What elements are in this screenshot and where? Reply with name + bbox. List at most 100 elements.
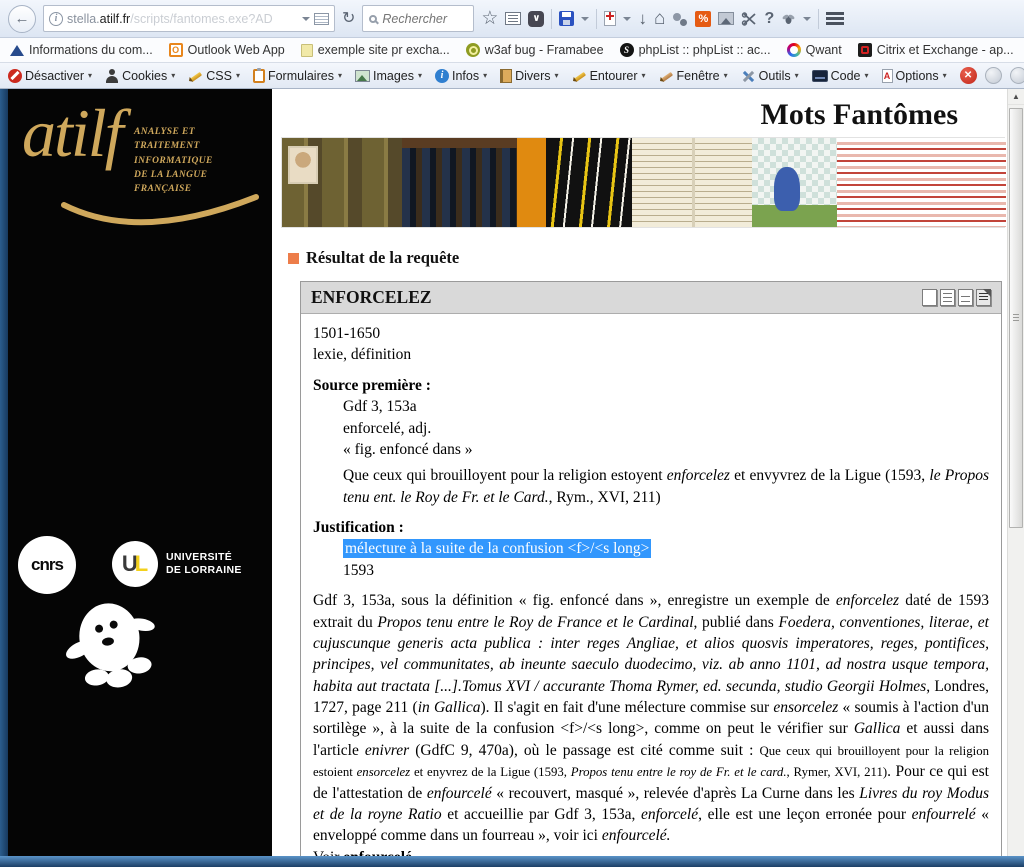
- selected-text[interactable]: mélecture à la suite de la confusion <f>…: [343, 539, 651, 558]
- page-content: Mots Fantômes Résultat de la requête ENF…: [272, 89, 1007, 867]
- devbar-menu-misc[interactable]: Divers: [500, 69, 558, 83]
- sidebar: atilf ANALYSE ET TRAITEMENT INFORMATIQUE…: [8, 89, 272, 867]
- forms-clipboard-icon: [253, 69, 265, 83]
- bookmarks-bar: Informations du com... OOutlook Web App …: [0, 38, 1024, 63]
- orange-square-bullet: [288, 253, 299, 264]
- vertical-scrollbar[interactable]: ▲: [1007, 89, 1024, 856]
- url-text[interactable]: stella.atilf.fr/scripts/fantomes.exe?AD: [67, 12, 298, 26]
- bookmark-item[interactable]: SphpList :: phpList :: ac...: [620, 43, 771, 57]
- pocket-icon[interactable]: ∨: [528, 11, 544, 27]
- scrollbar-thumb[interactable]: [1009, 108, 1023, 528]
- devbar-menu-forms[interactable]: Formulaires: [253, 69, 342, 83]
- devbar-menu-info[interactable]: iInfos: [435, 69, 487, 83]
- print-icon[interactable]: [976, 289, 991, 306]
- options-icon: A: [882, 69, 893, 83]
- header-image-strip: [281, 137, 1005, 228]
- code-screen-icon: [812, 70, 828, 82]
- bookmark-item[interactable]: exemple site pr excha...: [301, 43, 450, 57]
- analysis-paragraph: Gdf 3, 153a, sous la définition « fig. e…: [313, 590, 989, 847]
- bookmark-item[interactable]: Citrix et Exchange - ap...: [858, 43, 1014, 57]
- view-blank-page-icon[interactable]: [922, 289, 937, 306]
- print-edit-icon[interactable]: [604, 11, 616, 26]
- toolbar-separator: [551, 9, 552, 29]
- back-icon: ←: [15, 10, 30, 27]
- reading-list-icon[interactable]: [505, 12, 521, 25]
- tools-icon: [741, 69, 756, 83]
- window-left-border: [0, 89, 8, 867]
- banner-image-dictionaries: [282, 138, 402, 227]
- devbar-menu-resize[interactable]: Fenêtre: [659, 69, 728, 83]
- ul-circle-icon: UL: [112, 541, 158, 587]
- reload-button[interactable]: ↻: [342, 11, 355, 27]
- devbar-menu-outline[interactable]: Entourer: [572, 69, 646, 83]
- bookmark-favicon: [10, 45, 24, 56]
- help-icon[interactable]: ?: [764, 11, 774, 27]
- outline-pencil-icon: [572, 69, 587, 83]
- resize-pencil-icon: [659, 69, 674, 83]
- atilf-subtitle: ANALYSE ET TRAITEMENT INFORMATIQUE DE LA…: [134, 125, 262, 196]
- reader-mode-icon[interactable]: [314, 13, 329, 25]
- source-line: enforcelé, adj.: [343, 418, 989, 439]
- bug-addon-icon[interactable]: [781, 13, 796, 25]
- page-favicon: [301, 44, 313, 57]
- devbar-menu-options[interactable]: AOptions: [882, 69, 947, 83]
- url-dropdown-icon[interactable]: [302, 17, 310, 21]
- atilf-swoosh-decoration: [60, 191, 260, 239]
- devbar-menu-disable[interactable]: Désactiver: [8, 69, 92, 83]
- site-info-icon[interactable]: i: [49, 12, 63, 26]
- date-range: 1501-1650: [313, 323, 989, 344]
- source-line: Gdf 3, 153a: [343, 396, 989, 417]
- cookies-icon: [105, 69, 119, 83]
- source-label: Source première :: [313, 375, 989, 396]
- save-page-icon[interactable]: [559, 11, 574, 26]
- search-input[interactable]: [382, 12, 462, 26]
- search-icon: [369, 15, 377, 23]
- bookmark-star-icon[interactable]: ☆: [481, 9, 498, 28]
- devbar-menu-css[interactable]: CSS: [188, 69, 240, 83]
- source-line: « fig. enfoncé dans »: [343, 439, 989, 460]
- scissors-icon[interactable]: [741, 12, 757, 26]
- url-bar[interactable]: i stella.atilf.fr/scripts/fantomes.exe?A…: [43, 5, 335, 32]
- devbar-menu-cookies[interactable]: Cookies: [105, 69, 175, 83]
- downloads-icon[interactable]: ↓: [638, 10, 647, 27]
- universite-lorraine-logo: UL UNIVERSITÉ DE LORRAINE: [112, 541, 242, 587]
- back-button[interactable]: ←: [8, 5, 36, 33]
- banner-image-manuscript: [632, 138, 752, 227]
- close-icon[interactable]: ✕: [960, 67, 977, 84]
- window-button[interactable]: [985, 67, 1002, 84]
- bookmark-item[interactable]: Qwant: [787, 43, 842, 57]
- banner-image-annotated-page: [837, 138, 1006, 227]
- web-developer-toolbar: Désactiver Cookies CSS Formulaires Image…: [0, 63, 1024, 89]
- bookmark-item[interactable]: Informations du com...: [10, 43, 153, 57]
- source-quote: Que ceux qui brouilloyent pour la religi…: [343, 465, 989, 508]
- save-dropdown-icon[interactable]: [581, 17, 589, 21]
- scroll-up-arrow[interactable]: ▲: [1008, 89, 1024, 105]
- section-heading-text: Résultat de la requête: [306, 248, 459, 268]
- cnrs-logo: cnrs: [18, 536, 76, 594]
- bookmark-item[interactable]: w3af bug - Framabee: [466, 43, 604, 57]
- devbar-menu-tools[interactable]: Outils: [741, 69, 799, 83]
- css-pencil-icon: [188, 69, 203, 83]
- html-validator-icon[interactable]: %: [695, 11, 711, 27]
- ul-name: UNIVERSITÉ DE LORRAINE: [166, 551, 242, 577]
- home-icon[interactable]: ⌂: [654, 9, 665, 28]
- framabee-favicon: [466, 43, 480, 57]
- view-full-page-icon[interactable]: [940, 289, 955, 306]
- qwant-favicon: [787, 43, 801, 57]
- window-button[interactable]: [1010, 67, 1024, 84]
- hamburger-menu-icon[interactable]: [826, 12, 844, 25]
- bookmark-item[interactable]: OOutlook Web App: [169, 43, 285, 57]
- print-edit-dropdown-icon[interactable]: [623, 17, 631, 21]
- banner-image-tlf-volumes: [517, 138, 632, 227]
- banner-image-bookshelf: [402, 138, 517, 227]
- search-box[interactable]: [362, 5, 474, 32]
- citrix-favicon: [858, 43, 872, 57]
- screenshot-icon[interactable]: [718, 12, 734, 25]
- view-mode-buttons: [922, 289, 991, 306]
- addon-circles-icon[interactable]: [672, 12, 688, 26]
- view-compact-page-icon[interactable]: [958, 289, 973, 306]
- devbar-menu-images[interactable]: Images: [355, 69, 422, 83]
- overflow-dropdown-icon[interactable]: [803, 17, 811, 21]
- misc-notebook-icon: [500, 69, 512, 83]
- devbar-menu-code[interactable]: Code: [812, 69, 869, 83]
